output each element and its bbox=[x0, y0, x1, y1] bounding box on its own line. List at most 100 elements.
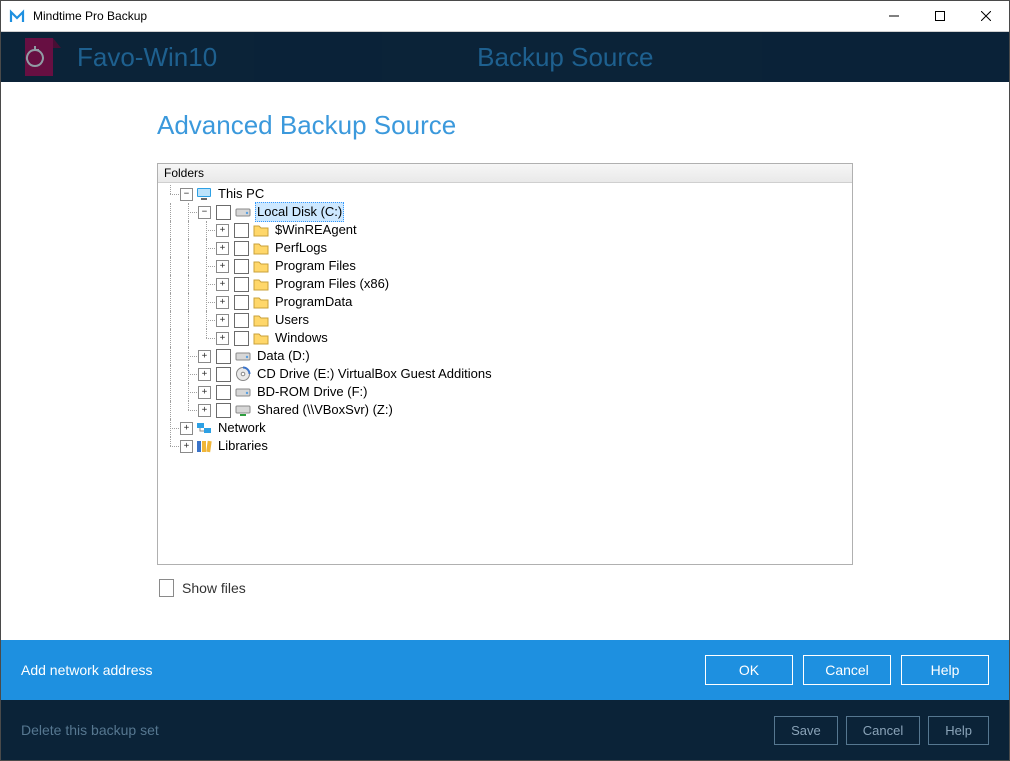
node-checkbox[interactable] bbox=[234, 259, 249, 274]
ok-button[interactable]: OK bbox=[705, 655, 793, 685]
help-button[interactable]: Help bbox=[901, 655, 989, 685]
tree-label: Program Files (x86) bbox=[273, 275, 391, 293]
backdrop-cancel-button[interactable]: Cancel bbox=[846, 716, 920, 745]
dialog-footer: Add network address OK Cancel Help bbox=[1, 640, 1009, 700]
maximize-button[interactable] bbox=[917, 1, 963, 31]
cd-drive-icon bbox=[235, 366, 251, 382]
window-controls bbox=[871, 1, 1009, 31]
tree-node-local-disk-c[interactable]: − Local Disk (C:) bbox=[162, 203, 852, 221]
tree-node-this-pc[interactable]: − This PC bbox=[162, 185, 852, 203]
advanced-source-dialog: Advanced Backup Source Folders − This PC bbox=[1, 82, 1009, 700]
drive-icon bbox=[235, 348, 251, 364]
folder-tree[interactable]: − This PC − bbox=[158, 183, 852, 564]
expand-icon[interactable]: + bbox=[180, 440, 193, 453]
expand-icon[interactable]: + bbox=[198, 386, 211, 399]
show-files-checkbox[interactable]: Show files bbox=[157, 579, 853, 597]
tree-label: Shared (\\VBoxSvr) (Z:) bbox=[255, 401, 395, 419]
folder-tree-header: Folders bbox=[158, 164, 852, 183]
tree-node-folder[interactable]: + Windows bbox=[162, 329, 852, 347]
expand-icon[interactable]: + bbox=[216, 278, 229, 291]
node-checkbox[interactable] bbox=[234, 223, 249, 238]
folder-icon bbox=[253, 330, 269, 346]
network-icon bbox=[196, 420, 212, 436]
folder-icon bbox=[253, 240, 269, 256]
app-logo-icon bbox=[9, 8, 25, 24]
tree-label: PerfLogs bbox=[273, 239, 329, 257]
collapse-icon[interactable]: − bbox=[180, 188, 193, 201]
tree-label: Local Disk (C:) bbox=[255, 202, 344, 222]
network-drive-icon bbox=[235, 402, 251, 418]
delete-backup-set-link[interactable]: Delete this backup set bbox=[21, 722, 159, 738]
backdrop-footer: Delete this backup set Save Cancel Help bbox=[1, 700, 1009, 760]
minimize-button[interactable] bbox=[871, 1, 917, 31]
folder-icon bbox=[253, 312, 269, 328]
tree-node-folder[interactable]: + Users bbox=[162, 311, 852, 329]
checkbox-icon bbox=[159, 579, 174, 597]
folder-icon bbox=[253, 294, 269, 310]
node-checkbox[interactable] bbox=[234, 295, 249, 310]
folder-icon bbox=[253, 222, 269, 238]
drive-icon bbox=[235, 204, 251, 220]
tree-label: This PC bbox=[216, 185, 266, 203]
tree-label: ProgramData bbox=[273, 293, 354, 311]
backdrop-help-button[interactable]: Help bbox=[928, 716, 989, 745]
collapse-icon[interactable]: − bbox=[198, 206, 211, 219]
add-network-address-link[interactable]: Add network address bbox=[21, 662, 153, 678]
backdrop-save-button[interactable]: Save bbox=[774, 716, 838, 745]
folder-icon bbox=[253, 276, 269, 292]
tree-node-folder[interactable]: + Program Files (x86) bbox=[162, 275, 852, 293]
backdrop-header: Favo-Win10 Backup Source bbox=[1, 32, 1009, 82]
expand-icon[interactable]: + bbox=[216, 260, 229, 273]
expand-icon[interactable]: + bbox=[216, 242, 229, 255]
tree-node-shared-z[interactable]: + Shared (\\VBoxSvr) (Z:) bbox=[162, 401, 852, 419]
node-checkbox[interactable] bbox=[216, 385, 231, 400]
node-checkbox[interactable] bbox=[234, 241, 249, 256]
titlebar: Mindtime Pro Backup bbox=[1, 1, 1009, 32]
expand-icon[interactable]: + bbox=[198, 404, 211, 417]
expand-icon[interactable]: + bbox=[198, 368, 211, 381]
expand-icon[interactable]: + bbox=[216, 224, 229, 237]
maximize-icon bbox=[935, 11, 945, 21]
node-checkbox[interactable] bbox=[216, 205, 231, 220]
tree-node-libraries[interactable]: + Libraries bbox=[162, 437, 852, 455]
close-button[interactable] bbox=[963, 1, 1009, 31]
tree-node-folder[interactable]: + $WinREAgent bbox=[162, 221, 852, 239]
folder-icon bbox=[253, 258, 269, 274]
node-checkbox[interactable] bbox=[216, 403, 231, 418]
tree-label: $WinREAgent bbox=[273, 221, 359, 239]
node-checkbox[interactable] bbox=[234, 277, 249, 292]
backdrop: Favo-Win10 Backup Source Advanced Backup… bbox=[1, 32, 1009, 760]
tree-node-folder[interactable]: +Program Files bbox=[162, 257, 852, 275]
node-checkbox[interactable] bbox=[216, 367, 231, 382]
pc-icon bbox=[196, 186, 212, 202]
expand-icon[interactable]: + bbox=[180, 422, 193, 435]
backup-set-icon bbox=[21, 36, 63, 78]
tree-node-folder[interactable]: + PerfLogs bbox=[162, 239, 852, 257]
tree-node-data-d[interactable]: + Data (D:) bbox=[162, 347, 852, 365]
cancel-button[interactable]: Cancel bbox=[803, 655, 891, 685]
tree-node-bd-drive-f[interactable]: + BD-ROM Drive (F:) bbox=[162, 383, 852, 401]
tree-label: Users bbox=[273, 311, 311, 329]
expand-icon[interactable]: + bbox=[216, 296, 229, 309]
tree-node-folder[interactable]: + ProgramData bbox=[162, 293, 852, 311]
backup-set-name: Favo-Win10 bbox=[77, 42, 217, 73]
tree-label: BD-ROM Drive (F:) bbox=[255, 383, 370, 401]
app-window: Mindtime Pro Backup Favo bbox=[0, 0, 1010, 761]
tree-label: Windows bbox=[273, 329, 330, 347]
expand-icon[interactable]: + bbox=[216, 332, 229, 345]
window-title: Mindtime Pro Backup bbox=[33, 9, 147, 23]
minimize-icon bbox=[889, 11, 899, 21]
libraries-icon bbox=[196, 438, 212, 454]
expand-icon[interactable]: + bbox=[198, 350, 211, 363]
expand-icon[interactable]: + bbox=[216, 314, 229, 327]
node-checkbox[interactable] bbox=[234, 331, 249, 346]
tree-label: CD Drive (E:) VirtualBox Guest Additions bbox=[255, 365, 494, 383]
tree-node-cd-drive-e[interactable]: + CD Drive (E:) VirtualBox Guest Additio… bbox=[162, 365, 852, 383]
node-checkbox[interactable] bbox=[216, 349, 231, 364]
node-checkbox[interactable] bbox=[234, 313, 249, 328]
tree-label: Network bbox=[216, 419, 268, 437]
tree-node-network[interactable]: + Network bbox=[162, 419, 852, 437]
close-icon bbox=[981, 11, 991, 21]
show-files-label: Show files bbox=[182, 580, 246, 596]
drive-icon bbox=[235, 384, 251, 400]
